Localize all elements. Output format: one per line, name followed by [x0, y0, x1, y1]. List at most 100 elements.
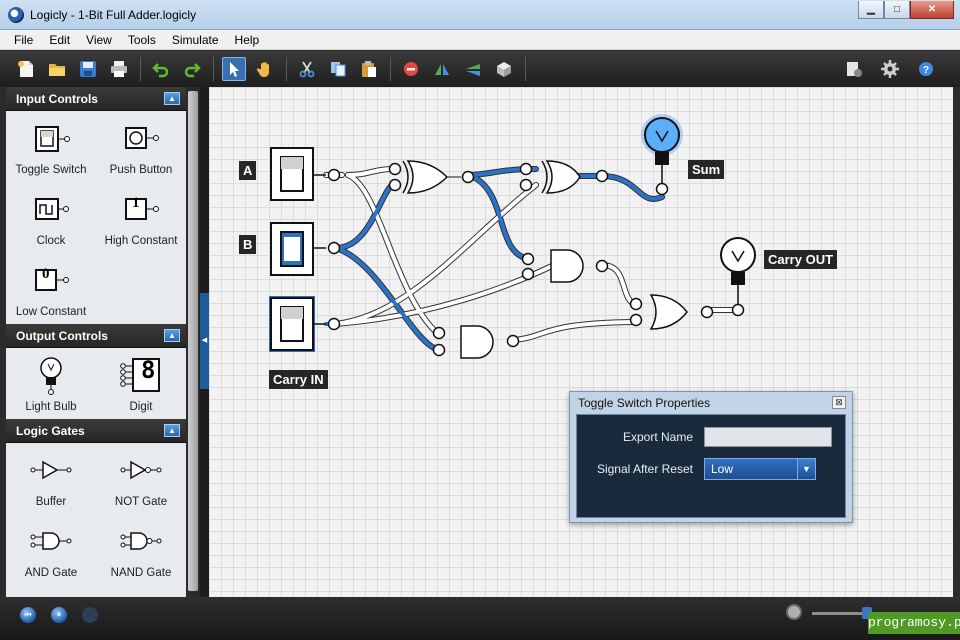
- menu-file[interactable]: File: [6, 30, 41, 50]
- pointer-icon[interactable]: [222, 57, 246, 81]
- and-gate-2[interactable]: [460, 325, 494, 359]
- redo-icon[interactable]: [180, 57, 204, 81]
- new-file-icon[interactable]: [14, 57, 38, 81]
- simulation-bar: ⏮ ⏸: [0, 597, 960, 640]
- palette-low-constant[interactable]: 0 Low Constant: [6, 253, 96, 324]
- help-icon[interactable]: ?: [914, 57, 938, 81]
- xor-gate-2[interactable]: [541, 160, 581, 194]
- section-header-input-controls[interactable]: Input Controls ▲: [6, 87, 186, 111]
- maximize-button[interactable]: □: [884, 1, 910, 19]
- palette-push-button[interactable]: Push Button: [96, 111, 186, 182]
- palette-label: Toggle Switch: [15, 164, 87, 176]
- export-icon[interactable]: [842, 57, 866, 81]
- settings-gear-icon[interactable]: [878, 57, 902, 81]
- palette-nand-gate[interactable]: NAND Gate: [96, 514, 186, 585]
- dialog-title: Toggle Switch Properties: [578, 396, 711, 410]
- export-name-field[interactable]: [704, 427, 832, 447]
- scrollbar-thumb[interactable]: [188, 91, 198, 591]
- dialog-close-button[interactable]: ⊠: [832, 396, 846, 409]
- signal-after-reset-select[interactable]: Low ▼: [704, 458, 816, 480]
- toolbar-separator: [525, 57, 526, 81]
- collapse-button[interactable]: ▲: [164, 424, 180, 437]
- menu-help[interactable]: Help: [227, 30, 268, 50]
- collapse-button[interactable]: ▲: [164, 92, 180, 105]
- palette-label: High Constant: [104, 235, 178, 247]
- palette-high-constant[interactable]: 1 High Constant: [96, 182, 186, 253]
- label-sum: Sum: [688, 160, 725, 179]
- buffer-gate-icon: [30, 460, 72, 479]
- save-icon[interactable]: [76, 57, 100, 81]
- switch-carry-in[interactable]: [269, 296, 341, 352]
- dialog-body: Export Name Signal After Reset Low ▼: [576, 414, 846, 518]
- hand-icon[interactable]: [253, 57, 277, 81]
- palette-label: AND Gate: [24, 567, 78, 579]
- palette-label: Light Bulb: [25, 401, 77, 413]
- palette-digit[interactable]: 8 Digit: [96, 348, 186, 419]
- rewind-button[interactable]: ⏮: [20, 607, 36, 623]
- section-title: Logic Gates: [16, 424, 85, 438]
- palette-scrollbar[interactable]: [186, 87, 200, 597]
- pause-button[interactable]: ⏸: [51, 607, 67, 623]
- flip-vertical-icon[interactable]: [461, 57, 485, 81]
- canvas-edge: [953, 87, 960, 597]
- zoom-icon: [786, 604, 802, 620]
- toolbar-separator: [390, 57, 391, 81]
- component-palette: Input Controls ▲ Toggle Switch Push Butt…: [6, 87, 186, 597]
- digit-value: 8: [141, 356, 156, 384]
- palette-label: Low Constant: [15, 306, 87, 318]
- switch-a[interactable]: [270, 147, 341, 201]
- push-button-icon: [125, 126, 159, 149]
- label-carry-in: Carry IN: [269, 370, 328, 389]
- section-header-logic-gates[interactable]: Logic Gates ▲: [6, 419, 186, 443]
- palette-toggle-switch[interactable]: Toggle Switch: [6, 111, 96, 182]
- menu-simulate[interactable]: Simulate: [164, 30, 227, 50]
- palette-buffer[interactable]: Buffer: [6, 443, 96, 514]
- output-controls-grid: Light Bulb 8 Digit: [6, 348, 186, 419]
- chevron-down-icon[interactable]: ▼: [797, 459, 815, 479]
- menu-edit[interactable]: Edit: [41, 30, 78, 50]
- watermark: programosy.pl: [868, 612, 960, 634]
- toggle-switch-icon: [35, 125, 70, 152]
- minimize-button[interactable]: ▁: [858, 1, 884, 19]
- not-gate-icon: [120, 460, 162, 479]
- close-button[interactable]: ✕: [910, 1, 954, 19]
- sum-light-bulb[interactable]: [641, 114, 683, 196]
- collapse-button[interactable]: ▲: [164, 329, 180, 342]
- section-title: Input Controls: [16, 92, 98, 106]
- palette-not-gate[interactable]: NOT Gate: [96, 443, 186, 514]
- section-header-output-controls[interactable]: Output Controls ▲: [6, 324, 186, 348]
- and-gate-1[interactable]: [550, 249, 584, 283]
- palette-label: Digit: [129, 401, 153, 413]
- palette-and-gate[interactable]: AND Gate: [6, 514, 96, 585]
- menu-view[interactable]: View: [78, 30, 120, 50]
- xor-gate-1[interactable]: [402, 160, 461, 194]
- open-folder-icon[interactable]: [45, 57, 69, 81]
- panel-splitter[interactable]: ◀: [200, 87, 209, 597]
- carry-out-light-bulb[interactable]: [720, 237, 756, 317]
- nand-gate-icon: [120, 531, 162, 550]
- collapse-panel-icon[interactable]: ◀: [200, 293, 209, 389]
- and-gate-icon: [30, 531, 72, 550]
- palette-clock[interactable]: Clock: [6, 182, 96, 253]
- palette-light-bulb[interactable]: Light Bulb: [6, 348, 96, 419]
- clock-icon: [35, 197, 69, 220]
- label-a: A: [239, 161, 257, 180]
- light-bulb-icon: [40, 356, 62, 395]
- delete-icon[interactable]: [399, 57, 423, 81]
- signal-after-reset-label: Signal After Reset: [596, 462, 693, 476]
- or-gate[interactable]: [649, 294, 688, 330]
- copy-icon[interactable]: [326, 57, 350, 81]
- palette-label: Push Button: [109, 164, 173, 176]
- print-icon[interactable]: [107, 57, 131, 81]
- switch-b[interactable]: [270, 222, 341, 276]
- flip-horizontal-icon[interactable]: [430, 57, 454, 81]
- menu-tools[interactable]: Tools: [120, 30, 164, 50]
- cut-icon[interactable]: [295, 57, 319, 81]
- undo-icon[interactable]: [149, 57, 173, 81]
- paste-icon[interactable]: [357, 57, 381, 81]
- title-bar: Logicly - 1-Bit Full Adder.logicly ▁ □ ✕: [0, 0, 960, 30]
- section-title: Output Controls: [16, 329, 108, 343]
- rotate-icon[interactable]: [492, 57, 516, 81]
- label-carry-out: Carry OUT: [764, 250, 838, 269]
- step-button[interactable]: [82, 607, 98, 623]
